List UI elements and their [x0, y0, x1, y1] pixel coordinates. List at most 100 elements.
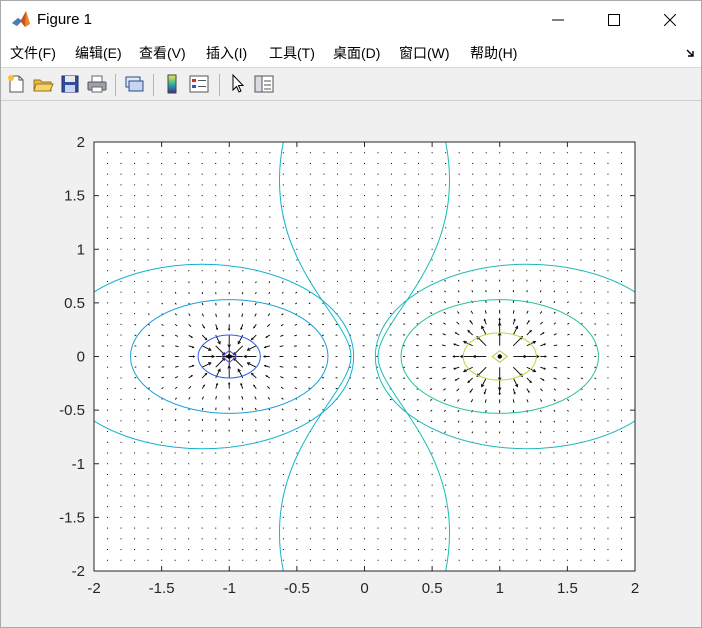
quiver-arrow — [553, 473, 555, 475]
quiver-arrow — [472, 538, 474, 540]
quiver-arrow — [242, 452, 244, 454]
quiver-arrow — [228, 516, 230, 518]
quiver-arrow — [350, 484, 352, 486]
quiver-arrow — [593, 398, 595, 400]
quiver-arrow — [526, 506, 528, 508]
quiver-arrow — [296, 248, 298, 250]
quiver-arrow — [309, 559, 311, 561]
quiver-arrow — [404, 420, 406, 422]
quiver-arrow — [580, 463, 582, 465]
colorbar-icon[interactable] — [161, 73, 183, 95]
quiver-arrow — [147, 516, 149, 518]
quiver-arrow — [242, 173, 244, 175]
quiver-arrow — [147, 484, 149, 486]
quiver-arrow — [593, 452, 595, 454]
quiver-arrow — [418, 452, 420, 454]
print-icon[interactable] — [86, 73, 108, 95]
menu-edit[interactable]: 编辑(E) — [75, 45, 122, 61]
menu-desktop[interactable]: 桌面(D) — [333, 45, 380, 61]
quiver-arrow — [485, 195, 487, 197]
menu-tools[interactable]: 工具(T) — [269, 45, 315, 61]
quiver-arrow — [215, 259, 217, 261]
menu-window[interactable]: 窗口(W) — [399, 45, 450, 61]
maximize-button[interactable] — [591, 1, 637, 39]
menu-file[interactable]: 文件(F) — [10, 45, 56, 61]
quiver-arrow — [269, 248, 271, 250]
quiver-arrow — [404, 527, 406, 529]
quiver-arrow — [404, 216, 406, 218]
quiver-arrow — [404, 441, 406, 443]
quiver-arrow — [404, 431, 406, 433]
quiver-arrow — [526, 205, 528, 207]
quiver-arrow — [350, 463, 352, 465]
quiver-arrow — [445, 248, 447, 250]
quiver-arrow — [161, 162, 163, 164]
quiver-arrow — [404, 270, 406, 272]
quiver-arrow — [485, 452, 487, 454]
quiver-arrow — [458, 248, 460, 250]
close-button[interactable] — [647, 1, 693, 39]
quiver-arrow — [526, 184, 528, 186]
quiver-arrow — [526, 495, 528, 497]
quiver-arrow — [620, 409, 622, 411]
quiver-arrow — [391, 195, 393, 197]
dock-figure-icon[interactable] — [685, 47, 697, 59]
quiver-arrow — [269, 549, 271, 551]
quiver-arrow — [607, 484, 609, 486]
link-plot-icon[interactable] — [123, 73, 145, 95]
quiver-arrow — [336, 527, 338, 529]
pointer-icon[interactable] — [227, 73, 249, 95]
quiver-arrow — [620, 431, 622, 433]
legend-icon[interactable] — [188, 73, 210, 95]
open-file-icon[interactable] — [32, 73, 54, 95]
quiver-arrow — [539, 195, 541, 197]
quiver-arrow — [553, 280, 555, 282]
save-icon[interactable] — [59, 73, 81, 95]
quiver-arrow — [188, 559, 190, 561]
menu-insert[interactable]: 插入(I) — [206, 45, 247, 61]
quiver-arrow — [472, 205, 474, 207]
quiver-arrow — [404, 238, 406, 240]
quiver-arrow — [580, 495, 582, 497]
quiver-arrow — [526, 238, 528, 240]
quiver-arrow — [377, 549, 379, 551]
quiver-arrow — [107, 162, 109, 164]
quiver-arrow — [539, 270, 541, 272]
quiver-arrow — [553, 506, 555, 508]
quiver-arrow — [296, 549, 298, 551]
quiver-arrow — [418, 152, 420, 154]
quiver-arrow — [269, 173, 271, 175]
quiver-arrow — [269, 527, 271, 529]
x-tick-label: -0.5 — [284, 580, 310, 597]
quiver-arrow — [269, 441, 271, 443]
quiver-arrow — [377, 420, 379, 422]
quiver-arrow — [418, 495, 420, 497]
quiver-arrow — [174, 559, 176, 561]
figure-canvas[interactable]: -2 -1.5 -1 -0.5 0 0.5 1 1.5 2 2 1.5 1 0.5 0 -0.5 -1 -1.… — [1, 101, 701, 627]
quiver-arrow — [147, 559, 149, 561]
menu-help[interactable]: 帮助(H) — [470, 45, 517, 61]
quiver-arrow — [282, 227, 284, 229]
quiver-arrow — [215, 227, 217, 229]
quiver-arrow — [512, 495, 514, 497]
quiver-arrow — [282, 259, 284, 261]
title-bar[interactable]: Figure 1 — [1, 1, 701, 39]
quiver-arrow — [296, 259, 298, 261]
quiver-arrow — [350, 291, 352, 293]
property-inspector-icon[interactable] — [253, 73, 275, 95]
quiver-arrow — [566, 516, 568, 518]
quiver-arrow — [566, 484, 568, 486]
minimize-button[interactable] — [535, 1, 581, 39]
quiver-arrow — [188, 549, 190, 551]
new-figure-icon[interactable] — [5, 73, 27, 95]
quiver-arrow — [404, 280, 406, 282]
quiver-arrow — [620, 506, 622, 508]
contour-quiver-plot[interactable]: -2 -1.5 -1 -0.5 0 0.5 1 1.5 2 2 1.5 1 0.5 0 -0.5 -1 -1.… — [1, 101, 701, 627]
quiver-arrow — [350, 227, 352, 229]
quiver-arrow — [499, 538, 501, 540]
quiver-arrow — [174, 527, 176, 529]
quiver-arrow — [580, 452, 582, 454]
menu-view[interactable]: 查看(V) — [139, 45, 186, 61]
quiver-arrow — [458, 238, 460, 240]
quiver-arrow — [174, 441, 176, 443]
